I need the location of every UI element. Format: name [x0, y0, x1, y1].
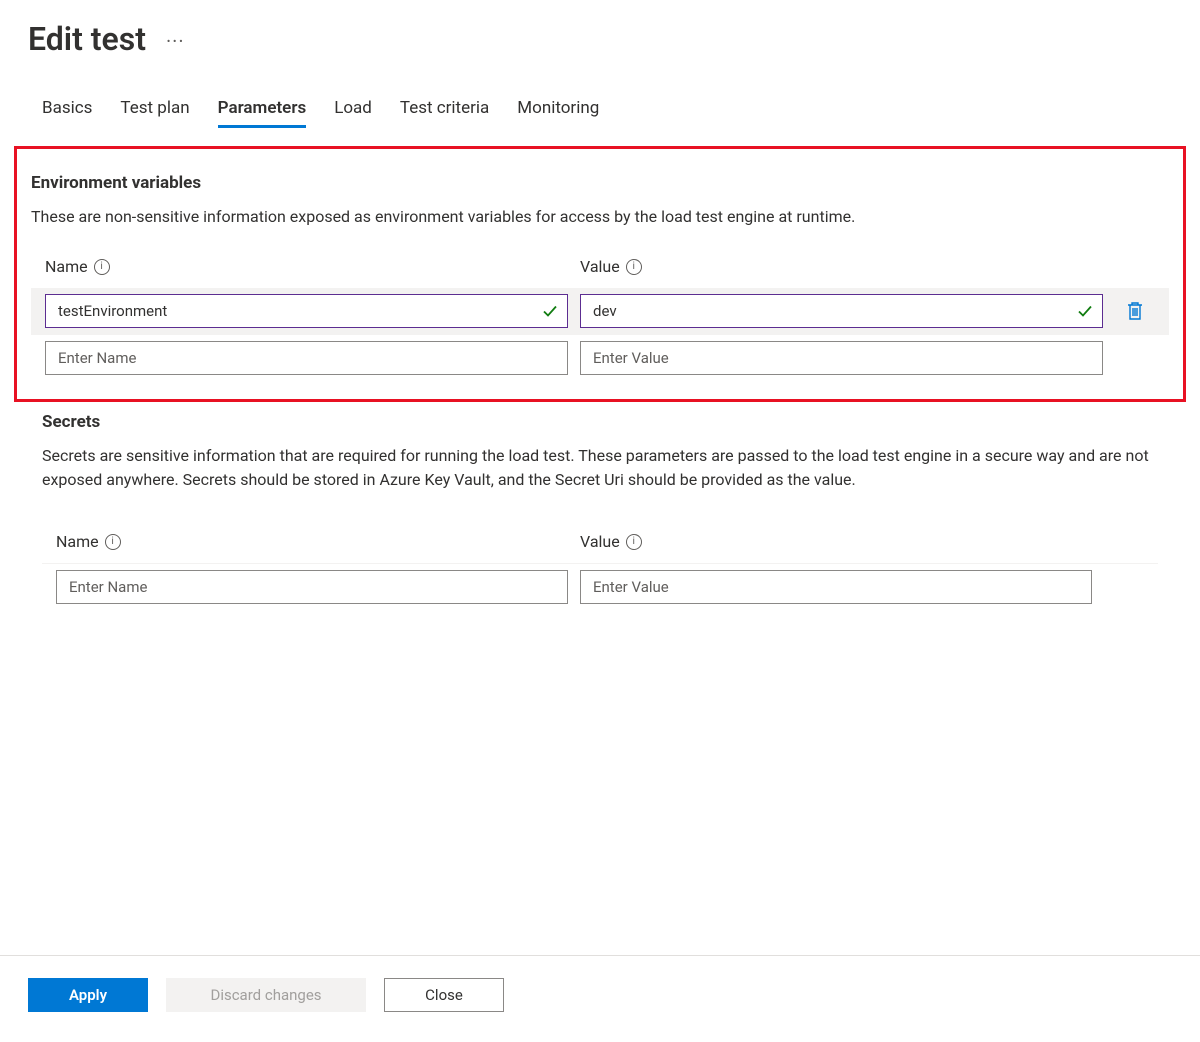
tab-test-plan[interactable]: Test plan	[120, 98, 189, 128]
env-table-header: Name i Value i	[31, 257, 1169, 276]
info-icon[interactable]: i	[105, 534, 121, 550]
secrets-name-input-empty[interactable]	[56, 570, 568, 604]
env-section-title: Environment variables	[31, 173, 1169, 193]
info-icon[interactable]: i	[626, 534, 642, 550]
env-table: Name i Value i	[31, 257, 1169, 381]
apply-button[interactable]: Apply	[28, 978, 148, 1012]
env-value-input[interactable]	[580, 294, 1103, 328]
env-section-desc: These are non-sensitive information expo…	[31, 205, 1169, 229]
secrets-section-desc: Secrets are sensitive information that a…	[42, 444, 1158, 492]
page-title: Edit test	[28, 20, 146, 58]
tabs: Basics Test plan Parameters Load Test cr…	[42, 98, 1172, 128]
check-icon	[1077, 303, 1093, 319]
env-table-row	[31, 288, 1169, 334]
info-icon[interactable]: i	[94, 259, 110, 275]
secrets-section: Secrets Secrets are sensitive informatio…	[28, 402, 1172, 610]
discard-changes-button[interactable]: Discard changes	[166, 978, 366, 1012]
secrets-col-value-header: Value i	[580, 532, 1092, 551]
check-icon	[542, 303, 558, 319]
env-table-row-empty	[31, 334, 1169, 381]
secrets-table: Name i Value i	[42, 532, 1158, 610]
env-name-input[interactable]	[45, 294, 568, 328]
env-col-value-header: Value i	[580, 257, 1103, 276]
footer: Apply Discard changes Close	[0, 955, 1200, 1012]
delete-icon[interactable]	[1124, 300, 1146, 322]
secrets-section-title: Secrets	[42, 412, 1158, 432]
close-button[interactable]: Close	[384, 978, 504, 1012]
more-icon[interactable]: ···	[166, 29, 185, 53]
tab-parameters[interactable]: Parameters	[218, 98, 307, 128]
tab-basics[interactable]: Basics	[42, 98, 92, 128]
environment-variables-section-highlight: Environment variables These are non-sens…	[14, 146, 1186, 402]
info-icon[interactable]: i	[626, 259, 642, 275]
secrets-value-input-empty[interactable]	[580, 570, 1092, 604]
tab-monitoring[interactable]: Monitoring	[517, 98, 599, 128]
env-col-name-header: Name i	[45, 257, 568, 276]
env-name-input-empty[interactable]	[45, 341, 568, 375]
env-col-value-label: Value	[580, 257, 620, 276]
secrets-table-header: Name i Value i	[42, 532, 1158, 551]
env-value-input-empty[interactable]	[580, 341, 1103, 375]
secrets-col-name-header: Name i	[56, 532, 568, 551]
tab-load[interactable]: Load	[334, 98, 372, 128]
secrets-col-value-label: Value	[580, 532, 620, 551]
secrets-table-row-empty	[42, 563, 1158, 610]
secrets-col-name-label: Name	[56, 532, 99, 551]
tab-test-criteria[interactable]: Test criteria	[400, 98, 489, 128]
env-col-name-label: Name	[45, 257, 88, 276]
